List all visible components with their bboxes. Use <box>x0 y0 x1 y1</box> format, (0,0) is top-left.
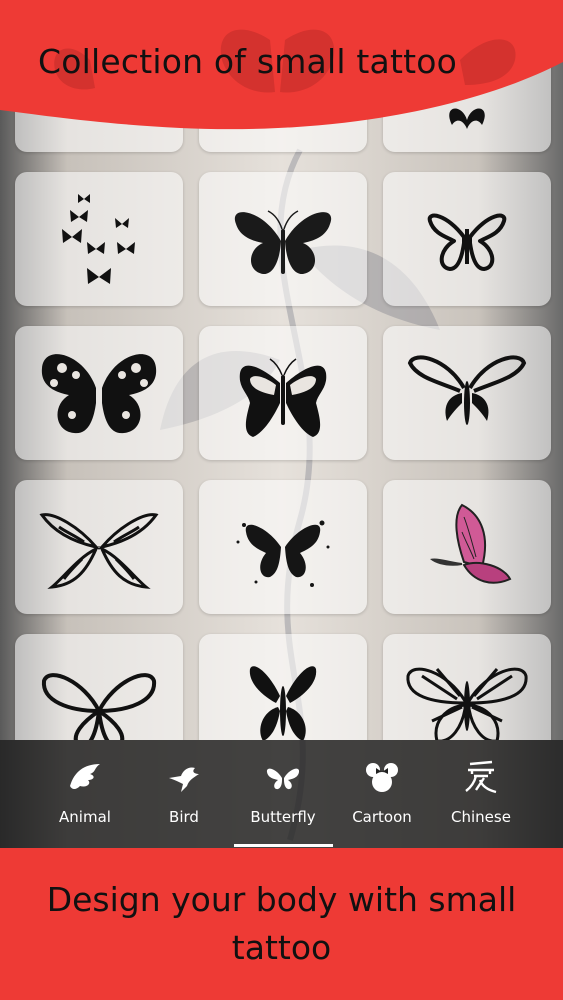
page-title: Collection of small tattoo <box>38 42 458 81</box>
tattoo-tile[interactable] <box>199 326 367 460</box>
category-label: el <box>0 808 24 826</box>
category-item-chinese[interactable]: Chinese <box>431 758 531 826</box>
category-label: Animal <box>59 808 111 826</box>
solid-butterfly-icon <box>234 210 332 275</box>
category-label: Bird <box>169 808 199 826</box>
mouse-ears-icon <box>332 758 432 796</box>
tattoo-tile[interactable] <box>199 172 367 306</box>
tattoo-tile[interactable] <box>199 634 367 740</box>
tribal-swirl-butterfly-icon <box>407 355 527 425</box>
category-label: Butterfly <box>250 808 316 826</box>
tattoo-tile[interactable] <box>383 634 551 740</box>
category-item-butterfly[interactable]: Butterfly <box>233 758 333 847</box>
category-bar: el Animal Bird Butterfly Cartoon Chinese <box>0 740 563 848</box>
pink-butterfly-icon <box>430 503 512 584</box>
swallowtail-butterfly-icon <box>239 358 327 437</box>
tattoo-tile[interactable] <box>383 480 551 614</box>
category-item-cartoon[interactable]: Cartoon <box>332 758 432 826</box>
outline-butterfly-icon <box>427 213 507 271</box>
category-label: Cartoon <box>352 808 412 826</box>
category-item-animal[interactable]: Animal <box>35 758 135 826</box>
chinese-character-icon <box>431 758 531 796</box>
filigree-wings-icon <box>39 513 159 589</box>
category-label: Chinese <box>451 808 511 826</box>
hummingbird-icon <box>134 758 234 796</box>
tribal-animal-icon <box>35 758 135 796</box>
tattoo-tile[interactable] <box>15 634 183 740</box>
category-item-bird[interactable]: Bird <box>134 758 234 826</box>
ornate-butterfly-icon <box>41 354 157 434</box>
ink-splatter-butterfly-icon <box>236 520 330 587</box>
tattoo-tile[interactable] <box>383 326 551 460</box>
tribal-pattern-butterfly-icon <box>249 666 317 740</box>
footer-banner: Design your body with small tattoo <box>0 848 563 1000</box>
tattoo-tile[interactable] <box>15 326 183 460</box>
flock-of-butterflies-icon <box>62 194 135 284</box>
tattoo-tile[interactable] <box>383 172 551 306</box>
tattoo-tile[interactable] <box>15 480 183 614</box>
monarch-outline-butterfly-icon <box>406 667 528 740</box>
knot-butterfly-icon <box>41 673 157 740</box>
tattoo-tile[interactable] <box>199 480 367 614</box>
footer-tagline: Design your body with small tattoo <box>46 880 517 967</box>
butterfly-icon <box>233 758 333 796</box>
tattoo-tile[interactable] <box>15 172 183 306</box>
category-item-partial[interactable]: el <box>0 758 24 826</box>
selected-indicator <box>234 844 333 847</box>
